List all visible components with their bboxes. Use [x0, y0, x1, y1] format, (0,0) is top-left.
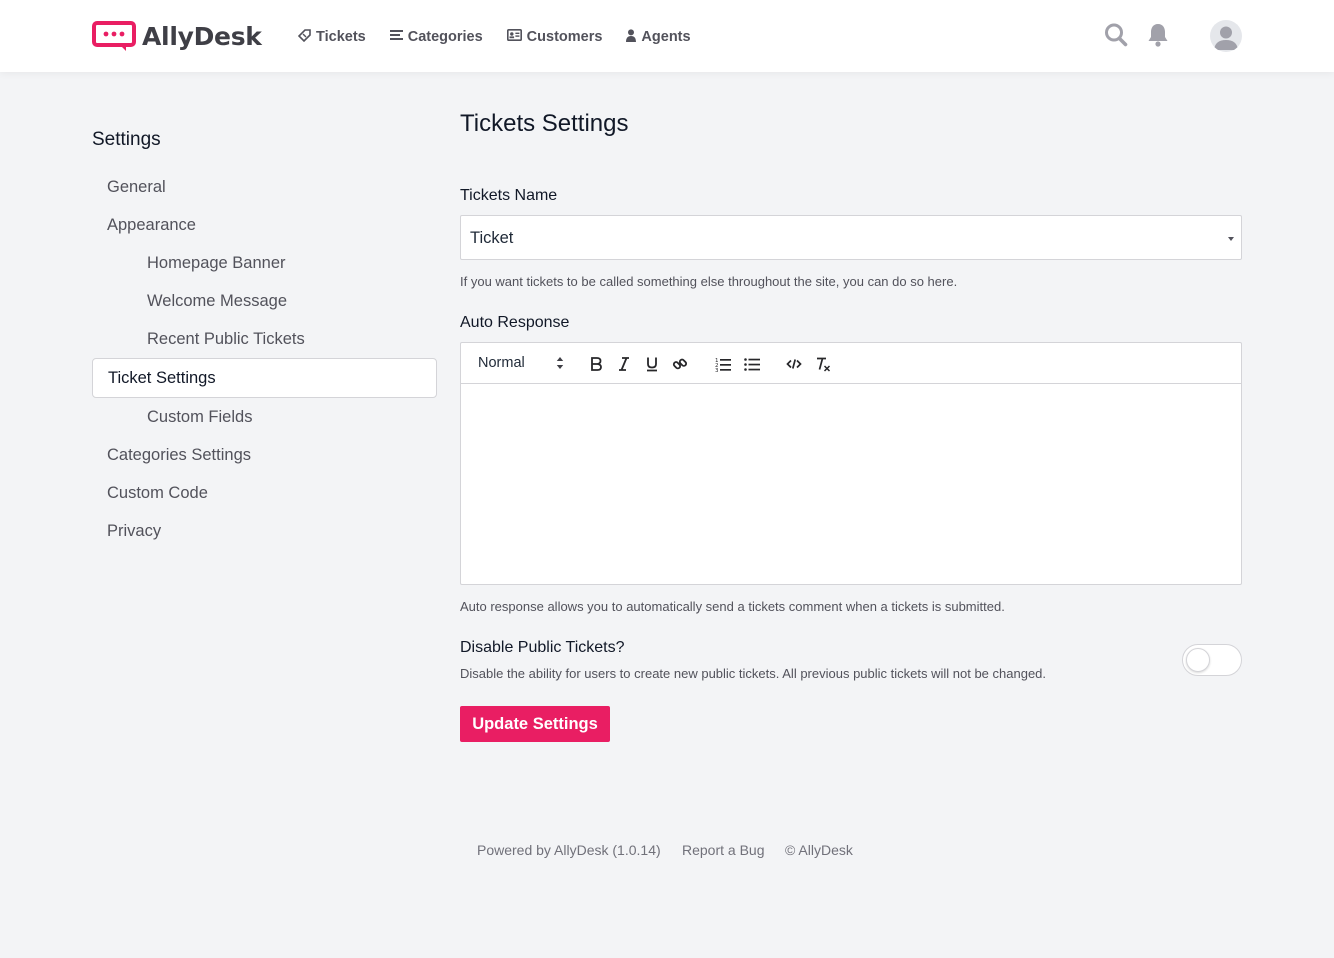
auto-response-editor: Normal 123 — [460, 342, 1242, 585]
sidebar-item-ticket-settings-label: Ticket Settings — [108, 369, 216, 387]
disable-public-help: Disable the ability for users to create … — [460, 666, 1047, 681]
auto-response-label: Auto Response — [460, 314, 570, 331]
svg-text:3: 3 — [715, 368, 719, 372]
sidebar-item-custom-code[interactable]: Custom Code — [107, 484, 208, 503]
sidebar-item-ticket-settings[interactable]: Ticket Settings — [92, 358, 437, 398]
chevron-down-icon — [1228, 237, 1234, 241]
top-header: AllyDesk Tickets Categories Customers Ag… — [0, 0, 1334, 72]
footer-report-bug[interactable]: Report a Bug — [682, 842, 765, 858]
code-icon[interactable] — [784, 354, 804, 374]
nav-customers[interactable]: Customers — [506, 26, 603, 48]
sidebar-item-custom-fields[interactable]: Custom Fields — [147, 408, 252, 427]
brand-logo[interactable]: AllyDesk — [92, 20, 262, 52]
sidebar-title: Settings — [92, 129, 161, 150]
search-icon[interactable] — [1104, 22, 1128, 53]
nav-tickets[interactable]: Tickets — [297, 26, 366, 48]
sidebar-item-recent-public-tickets[interactable]: Recent Public Tickets — [147, 330, 305, 349]
sidebar-item-categories-settings[interactable]: Categories Settings — [107, 446, 251, 465]
page-title: Tickets Settings — [460, 110, 629, 137]
bold-icon[interactable] — [586, 354, 606, 374]
update-settings-button[interactable]: Update Settings — [460, 706, 610, 742]
tickets-name-value: Ticket — [470, 229, 514, 247]
nav-agents[interactable]: Agents — [626, 26, 691, 48]
tickets-name-help: If you want tickets to be called somethi… — [460, 274, 958, 289]
format-dropdown[interactable]: Normal — [478, 355, 564, 373]
nav-agents-label: Agents — [641, 29, 691, 45]
sidebar-item-welcome-message[interactable]: Welcome Message — [147, 292, 287, 311]
user-icon — [626, 28, 641, 46]
brand-name: AllyDesk — [142, 21, 262, 51]
list-icon — [389, 29, 408, 45]
editor-toolbar: Normal 123 — [461, 343, 1241, 384]
nav-categories-label: Categories — [407, 29, 483, 45]
footer-copyright: © AllyDesk — [785, 842, 853, 858]
format-dropdown-value: Normal — [478, 355, 525, 371]
sidebar-item-general[interactable]: General — [107, 178, 166, 197]
bullet-list-icon[interactable] — [742, 354, 762, 374]
bell-icon[interactable] — [1146, 22, 1170, 53]
tickets-name-label: Tickets Name — [460, 187, 558, 204]
italic-icon[interactable] — [614, 354, 634, 374]
disable-public-toggle[interactable] — [1182, 644, 1242, 676]
nav-tickets-label: Tickets — [316, 29, 366, 45]
disable-public-label: Disable Public Tickets? — [460, 639, 625, 656]
auto-response-help: Auto response allows you to automaticall… — [460, 599, 1005, 614]
auto-response-textarea[interactable] — [461, 385, 1241, 584]
sidebar-item-privacy[interactable]: Privacy — [107, 522, 161, 541]
link-icon[interactable] — [670, 354, 690, 374]
avatar[interactable] — [1210, 20, 1242, 52]
footer-powered-by[interactable]: Powered by AllyDesk (1.0.14) — [477, 842, 661, 858]
ticket-icon — [297, 28, 316, 46]
id-card-icon — [506, 29, 527, 45]
nav-customers-label: Customers — [526, 29, 603, 45]
updown-arrows-icon — [556, 356, 564, 374]
sidebar-item-homepage-banner[interactable]: Homepage Banner — [147, 254, 286, 273]
toggle-knob — [1186, 648, 1210, 672]
tickets-name-select[interactable]: Ticket — [460, 215, 1242, 260]
ordered-list-icon[interactable]: 123 — [713, 354, 733, 374]
nav-categories[interactable]: Categories — [389, 26, 483, 48]
chat-bubble-logo-icon — [92, 21, 136, 51]
clear-format-icon[interactable] — [813, 354, 833, 374]
main-nav: Tickets Categories Customers Agents — [297, 26, 715, 48]
sidebar-item-appearance[interactable]: Appearance — [107, 216, 196, 235]
underline-icon[interactable] — [642, 354, 662, 374]
